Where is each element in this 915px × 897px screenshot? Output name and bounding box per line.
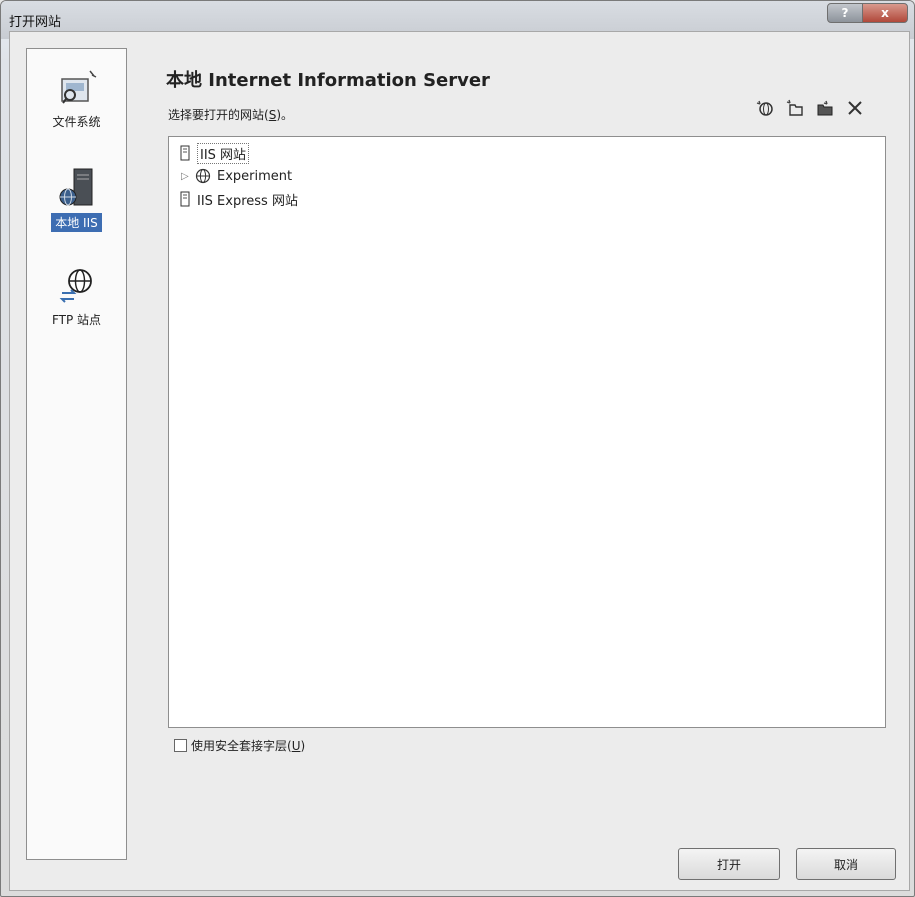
file-system-icon <box>60 70 96 104</box>
server-icon <box>180 145 190 161</box>
sidebar-item-label: FTP 站点 <box>51 313 102 327</box>
page-title: 本地 Internet Information Server <box>166 70 490 91</box>
sidebar-item-label: 文件系统 <box>52 115 101 129</box>
ssl-label-end: ) <box>300 738 306 753</box>
open-button[interactable]: 打开 <box>678 848 780 880</box>
help-button[interactable]: ? <box>827 3 863 23</box>
site-select-end: )。 <box>276 108 293 122</box>
site-tree[interactable]: IIS 网站 ▷ Experiment IIS Express 网站 <box>168 136 886 728</box>
new-application-icon <box>786 99 803 116</box>
local-iis-icon <box>59 168 92 206</box>
globe-icon <box>195 168 211 184</box>
close-button[interactable]: x <box>862 3 908 23</box>
site-toolbar <box>755 98 865 118</box>
sidebar-item-local-iis[interactable]: 本地 IIS <box>27 165 126 232</box>
ssl-checkbox[interactable] <box>174 739 187 752</box>
dialog-title: 打开网站 <box>9 15 62 30</box>
expand-arrow-icon[interactable]: ▷ <box>181 171 193 182</box>
cancel-button[interactable]: 取消 <box>796 848 896 880</box>
ssl-option[interactable]: 使用安全套接字层(U) <box>174 737 305 754</box>
delete-button[interactable] <box>845 98 865 118</box>
new-web-site-button[interactable] <box>755 98 775 118</box>
sidebar-item-file-system[interactable]: 文件系统 <box>27 65 126 130</box>
ssl-hotkey: U <box>291 738 301 753</box>
sidebar-item-ftp-site[interactable]: FTP 站点 <box>27 263 126 328</box>
title-buttons: ? x <box>827 3 908 23</box>
tree-item-label: IIS Express 网站 <box>197 193 298 209</box>
location-sidebar: 文件系统 本地 IIS FTP 站点 <box>26 48 127 860</box>
delete-icon <box>848 101 862 115</box>
tree-item-label: IIS 网站 <box>197 142 250 164</box>
new-virtual-directory-button[interactable] <box>815 98 835 118</box>
dialog-body: 文件系统 本地 IIS FTP 站点 本地 Internet Informati… <box>9 31 910 891</box>
tree-item-experiment[interactable]: ▷ Experiment <box>181 166 292 186</box>
new-application-button[interactable] <box>785 98 805 118</box>
site-select-label: 选择要打开的网站(S)。 <box>168 106 293 123</box>
ftp-site-icon <box>59 269 92 303</box>
sidebar-item-label: 本地 IIS <box>51 213 102 232</box>
new-web-site-icon <box>756 100 773 116</box>
server-icon <box>180 191 190 207</box>
open-website-dialog: 打开网站 ? x 文件系统 本地 IIS FTP 站点 本地 Internet … <box>0 0 915 897</box>
new-virtual-directory-icon <box>817 100 833 116</box>
ssl-label: 使用安全套接字层( <box>191 739 292 753</box>
site-select-text: 选择要打开的网站( <box>168 108 269 122</box>
tree-item-iis-sites[interactable]: IIS 网站 <box>179 142 250 164</box>
tree-item-label: Experiment <box>217 168 293 184</box>
tree-item-iis-express-sites[interactable]: IIS Express 网站 <box>179 189 298 209</box>
